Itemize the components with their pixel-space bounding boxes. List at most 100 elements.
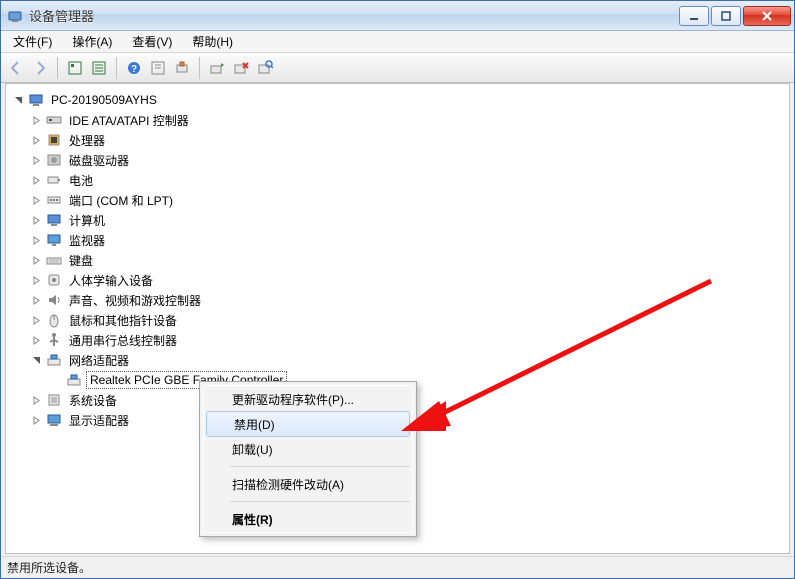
tree-category[interactable]: 计算机 [10, 210, 785, 230]
context-menu: 更新驱动程序软件(P)... 禁用(D) 卸载(U) 扫描检测硬件改动(A) 属… [199, 381, 417, 537]
toolbar-separator [116, 57, 117, 79]
tree-category[interactable]: 键盘 [10, 250, 785, 270]
tree-category[interactable]: 监视器 [10, 230, 785, 250]
view-small-icon[interactable] [64, 57, 86, 79]
expand-icon[interactable] [28, 112, 44, 128]
tree-category-label: 处理器 [66, 131, 108, 150]
system-icon [46, 392, 62, 408]
expand-icon[interactable] [28, 172, 44, 188]
network-adapter-icon [66, 372, 82, 388]
tree-root[interactable]: PC-20190509AYHS [10, 90, 785, 110]
status-text: 禁用所选设备。 [7, 559, 91, 576]
expand-icon[interactable] [28, 412, 44, 428]
expand-icon[interactable] [28, 232, 44, 248]
sound-icon [46, 292, 62, 308]
nav-forward-button[interactable] [29, 57, 51, 79]
window-title: 设备管理器 [29, 6, 679, 25]
tree-category[interactable]: 鼠标和其他指针设备 [10, 310, 785, 330]
expand-icon[interactable] [10, 92, 26, 108]
app-icon [7, 8, 23, 24]
display-icon [46, 412, 62, 428]
expand-icon[interactable] [28, 332, 44, 348]
battery-icon [46, 172, 62, 188]
tree-category-label: 声音、视频和游戏控制器 [66, 291, 204, 310]
ctx-uninstall[interactable]: 卸载(U) [204, 436, 412, 462]
ctx-separator [230, 466, 410, 467]
expand-icon[interactable] [28, 132, 44, 148]
statusbar: 禁用所选设备。 [1, 556, 794, 578]
expand-icon[interactable] [28, 212, 44, 228]
keyboard-icon [46, 252, 62, 268]
view-list-icon[interactable] [88, 57, 110, 79]
tree-category-label: 键盘 [66, 251, 96, 270]
menu-file[interactable]: 文件(F) [5, 31, 60, 52]
ctx-update-driver[interactable]: 更新驱动程序软件(P)... [204, 386, 412, 412]
uninstall-button[interactable] [230, 57, 252, 79]
menu-action[interactable]: 操作(A) [64, 31, 120, 52]
tree-category[interactable]: 网络适配器 [10, 350, 785, 370]
tree-root-label: PC-20190509AYHS [48, 92, 160, 108]
tree-category-label: 人体学输入设备 [66, 271, 156, 290]
ctx-disable[interactable]: 禁用(D) [206, 411, 410, 437]
tree-category[interactable]: 通用串行总线控制器 [10, 330, 785, 350]
tree-category-label: 电池 [66, 171, 96, 190]
tree-category-label: 磁盘驱动器 [66, 151, 132, 170]
help-button[interactable]: ? [123, 57, 145, 79]
tree-category-label: IDE ATA/ATAPI 控制器 [66, 111, 192, 130]
disk-icon [46, 152, 62, 168]
tree-category[interactable]: 人体学输入设备 [10, 270, 785, 290]
network-icon [46, 352, 62, 368]
expand-icon[interactable] [28, 272, 44, 288]
close-button[interactable] [743, 6, 791, 26]
expand-icon[interactable] [28, 152, 44, 168]
port-icon [46, 192, 62, 208]
toolbar: ? [1, 53, 794, 83]
expand-icon[interactable] [28, 252, 44, 268]
monitor-icon [46, 232, 62, 248]
tree-category[interactable]: 电池 [10, 170, 785, 190]
update-driver-button[interactable] [206, 57, 228, 79]
ide-icon [46, 112, 62, 128]
tree-category-label: 计算机 [66, 211, 108, 230]
expand-icon[interactable] [28, 292, 44, 308]
menu-view[interactable]: 查看(V) [124, 31, 180, 52]
minimize-button[interactable] [679, 6, 709, 26]
show-hidden-button[interactable] [147, 57, 169, 79]
computer-icon [46, 212, 62, 228]
scan-hardware-button[interactable] [254, 57, 276, 79]
tree-category-label: 端口 (COM 和 LPT) [66, 191, 176, 210]
titlebar: 设备管理器 [1, 1, 794, 31]
hid-icon [46, 272, 62, 288]
tree-category[interactable]: IDE ATA/ATAPI 控制器 [10, 110, 785, 130]
menubar: 文件(F) 操作(A) 查看(V) 帮助(H) [1, 31, 794, 53]
mouse-icon [46, 312, 62, 328]
tree-category-label: 监视器 [66, 231, 108, 250]
tree-category-label: 显示适配器 [66, 411, 132, 430]
tree-category[interactable]: 声音、视频和游戏控制器 [10, 290, 785, 310]
tree-category-label: 系统设备 [66, 391, 120, 410]
tree-category[interactable]: 处理器 [10, 130, 785, 150]
ctx-scan-hardware[interactable]: 扫描检测硬件改动(A) [204, 471, 412, 497]
computer-icon [28, 92, 44, 108]
toolbar-separator [57, 57, 58, 79]
toolbar-separator [199, 57, 200, 79]
tree-category-label: 通用串行总线控制器 [66, 331, 180, 350]
expand-icon[interactable] [28, 352, 44, 368]
expand-icon[interactable] [28, 192, 44, 208]
tree-category-label: 鼠标和其他指针设备 [66, 311, 180, 330]
menu-help[interactable]: 帮助(H) [184, 31, 241, 52]
ctx-separator [230, 501, 410, 502]
tree-category[interactable]: 磁盘驱动器 [10, 150, 785, 170]
ctx-properties[interactable]: 属性(R) [204, 506, 412, 532]
maximize-button[interactable] [711, 6, 741, 26]
device-manager-window: 设备管理器 文件(F) 操作(A) 查看(V) 帮助(H) ? [0, 0, 795, 579]
tree-category-label: 网络适配器 [66, 351, 132, 370]
tree-category[interactable]: 端口 (COM 和 LPT) [10, 190, 785, 210]
cpu-icon [46, 132, 62, 148]
expand-icon[interactable] [28, 312, 44, 328]
window-controls [679, 6, 791, 26]
nav-back-button[interactable] [5, 57, 27, 79]
usb-icon [46, 332, 62, 348]
device-props-button[interactable] [171, 57, 193, 79]
expand-icon[interactable] [28, 392, 44, 408]
